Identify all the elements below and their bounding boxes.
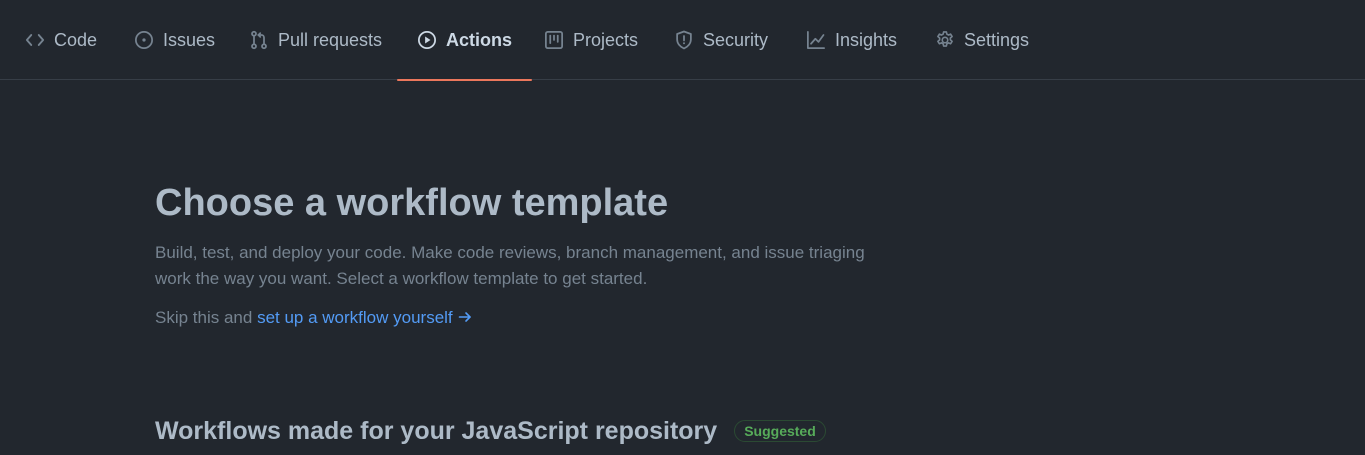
tab-security[interactable]: Security xyxy=(674,0,768,80)
git-pull-request-icon xyxy=(249,30,269,50)
suggested-section-header: Workflows made for your JavaScript repos… xyxy=(155,415,826,447)
skip-prefix: Skip this and xyxy=(155,308,258,327)
page-description: Build, test, and deploy your code. Make … xyxy=(155,243,865,288)
setup-workflow-yourself-link[interactable]: set up a workflow yourself xyxy=(257,308,473,327)
tab-actions[interactable]: Actions xyxy=(396,0,533,81)
setup-link-label: set up a workflow yourself xyxy=(257,308,453,327)
tab-label: Projects xyxy=(573,29,639,50)
tab-insights[interactable]: Insights xyxy=(806,0,897,80)
page-title: Choose a workflow template xyxy=(155,182,669,224)
tab-label: Pull requests xyxy=(278,29,383,50)
tab-projects[interactable]: Projects xyxy=(544,0,638,80)
graph-icon xyxy=(806,30,826,50)
play-icon xyxy=(417,30,437,50)
tab-settings[interactable]: Settings xyxy=(935,0,1029,80)
tab-label: Code xyxy=(54,29,98,50)
tab-code[interactable]: Code xyxy=(25,0,97,80)
arrow-right-icon xyxy=(458,312,471,322)
tab-label: Issues xyxy=(163,29,216,50)
shield-icon xyxy=(674,30,694,50)
tab-label: Insights xyxy=(835,29,898,50)
issue-opened-icon xyxy=(134,30,154,50)
gear-icon xyxy=(935,30,955,50)
tab-label: Settings xyxy=(964,29,1030,50)
tab-label: Security xyxy=(703,29,769,50)
section-title: Workflows made for your JavaScript repos… xyxy=(155,417,718,445)
suggested-badge: Suggested xyxy=(734,420,826,442)
project-icon xyxy=(544,30,564,50)
repo-tab-nav: Code Issues Pull requests Actions Projec… xyxy=(0,0,1365,81)
code-icon xyxy=(25,30,45,50)
skip-line: Skip this and set up a workflow yourself xyxy=(155,305,915,331)
tab-issues[interactable]: Issues xyxy=(134,0,215,80)
workflow-intro: Choose a workflow template Build, test, … xyxy=(155,180,915,331)
tab-pull-requests[interactable]: Pull requests xyxy=(249,0,382,80)
tab-label: Actions xyxy=(446,29,513,50)
